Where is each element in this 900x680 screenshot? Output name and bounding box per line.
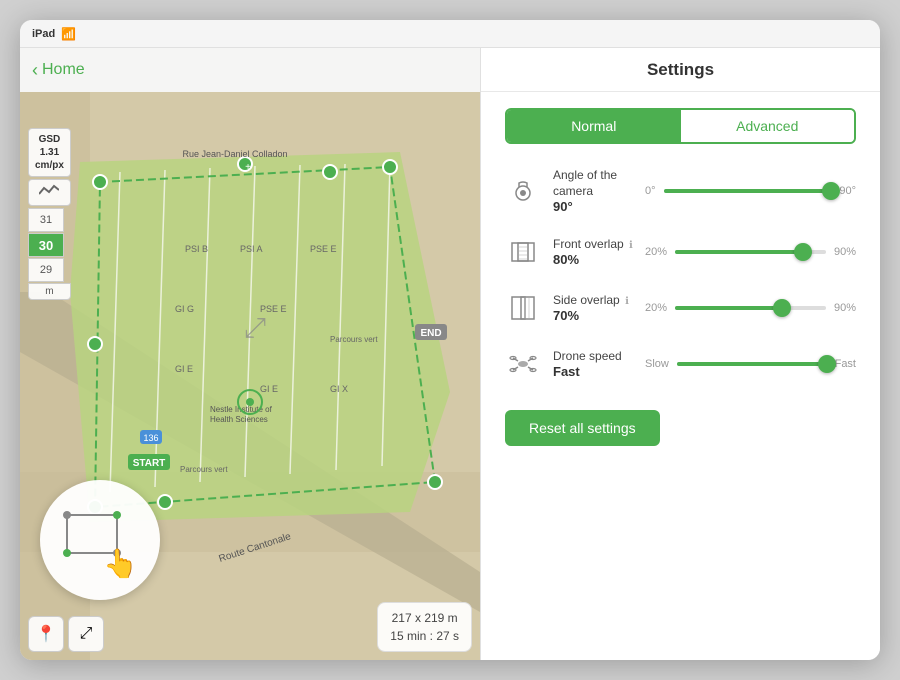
svg-text:START: START [133,458,166,469]
device-frame: iPad 📶 ‹ Home [20,20,880,660]
svg-text:Rue Jean-Daniel Colladon: Rue Jean-Daniel Colladon [182,149,287,159]
front-overlap-min: 20% [645,246,667,258]
svg-text:GI E: GI E [175,364,193,374]
flight-time: 15 min : 27 s [390,627,459,645]
back-label: Home [42,61,85,79]
left-controls: GSD 1.31 cm/px 31 30 29 [28,128,71,300]
svg-text:PSI A: PSI A [240,244,263,254]
gsd-display: GSD 1.31 cm/px [28,128,71,177]
mode-toggle[interactable]: Normal Advanced [505,108,856,144]
svg-text:PSE E: PSE E [310,244,337,254]
altitude-unit: m [28,283,71,300]
front-overlap-name: Front overlap ℹ [553,237,633,253]
tutorial-svg: 👆 [55,495,145,585]
drone-icon [505,346,541,382]
mode-normal-button[interactable]: Normal [507,110,681,142]
drone-speed-slider-container: Slow Fast [645,358,856,370]
back-chevron-icon: ‹ [32,60,38,81]
svg-text:Parcours vert: Parcours vert [180,465,228,474]
side-overlap-slider-container: 20% 90% [645,302,856,314]
front-overlap-max: 90% [834,246,856,258]
front-overlap-value: 80% [553,252,633,267]
front-overlap-info: Front overlap ℹ 80% [553,237,633,268]
side-overlap-track[interactable] [675,306,826,310]
camera-icon [505,173,541,209]
drone-speed-track[interactable] [677,362,827,366]
gsd-unit: cm/px [35,160,64,171]
drone-speed-max: Fast [835,358,856,370]
altitude-controls: 31 30 29 m [28,208,71,300]
side-overlap-icon [505,290,541,326]
side-overlap-value: 70% [553,308,633,323]
settings-panel: Settings Normal Advanced [480,48,880,660]
drone-speed-name: Drone speed [553,349,633,365]
svg-text:GI E: GI E [260,384,278,394]
drone-speed-row: Drone speed Fast Slow Fast [505,346,856,382]
side-overlap-row: Side overlap ℹ 70% 20% 90% [505,290,856,326]
front-overlap-slider-container: 20% 90% [645,246,856,258]
altitude-up[interactable]: 31 [28,208,64,232]
svg-text:GI G: GI G [175,304,194,314]
svg-text:PSE E: PSE E [260,304,287,314]
settings-header: Settings [481,48,880,92]
drone-speed-value: Fast [553,364,633,379]
front-overlap-track[interactable] [675,250,826,254]
side-overlap-max: 90% [834,302,856,314]
svg-text:GI X: GI X [330,384,348,394]
settings-body: Normal Advanced Angle of the camera [481,92,880,660]
front-overlap-info-icon: ℹ [629,240,633,251]
tutorial-overlay: 👆 [40,480,160,600]
svg-text:+: + [245,162,251,173]
map-bottom: 217 x 219 m 15 min : 27 s [20,602,480,652]
camera-angle-min: 0° [645,185,656,197]
drone-speed-min: Slow [645,358,669,370]
wifi-icon: 📶 [61,27,76,41]
camera-angle-name: Angle of the camera [553,168,633,199]
mode-advanced-button[interactable]: Advanced [681,110,855,142]
camera-angle-max: 90° [839,185,856,197]
terrain-button[interactable] [28,179,71,206]
camera-angle-track[interactable] [664,189,832,193]
svg-text:136: 136 [143,433,158,443]
svg-text:👆: 👆 [103,547,138,580]
altitude-down[interactable]: 29 [28,258,64,282]
map-info-box: 217 x 219 m 15 min : 27 s [377,602,472,652]
side-overlap-info-icon: ℹ [625,296,629,307]
nav-bar: ‹ Home [20,48,480,92]
front-overlap-row: Front overlap ℹ 80% 20% 90% [505,234,856,270]
svg-text:⤢: ⤢ [244,312,266,343]
status-bar: iPad 📶 [20,20,880,48]
svg-text:Parcours vert: Parcours vert [330,335,378,344]
svg-text:Health Sciences: Health Sciences [210,415,268,424]
camera-angle-info: Angle of the camera 90° [553,168,633,214]
svg-text:PSI B: PSI B [185,244,208,254]
drone-speed-info: Drone speed Fast [553,349,633,380]
reset-button[interactable]: Reset all settings [505,410,660,446]
altitude-current: 30 [28,233,64,257]
gsd-label: GSD [39,134,61,145]
camera-angle-value: 90° [553,199,633,214]
settings-title: Settings [647,60,714,80]
camera-angle-row: Angle of the camera 90° 0° 90° [505,168,856,214]
map-panel: ‹ Home [20,48,480,660]
camera-angle-slider-container: 0° 90° [645,185,856,197]
main-content: ‹ Home [20,48,880,660]
area-dimensions: 217 x 219 m [390,609,459,627]
device-name: iPad [32,28,55,40]
back-button[interactable]: ‹ Home [32,60,85,81]
gsd-value: 1.31 [40,147,59,158]
side-overlap-name: Side overlap ℹ [553,293,633,309]
side-overlap-info: Side overlap ℹ 70% [553,293,633,324]
front-overlap-icon [505,234,541,270]
side-overlap-min: 20% [645,302,667,314]
svg-text:END: END [420,328,441,339]
